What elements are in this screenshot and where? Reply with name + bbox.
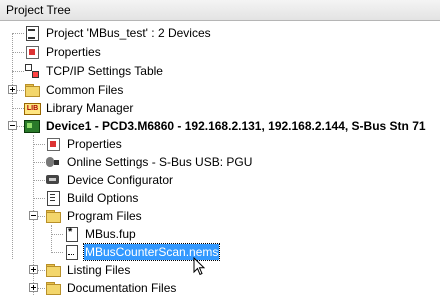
tree-node-label: Project 'MBus_test' : 2 Devices (46, 26, 211, 40)
expand-button[interactable] (29, 283, 38, 292)
fup-file-icon (63, 226, 79, 242)
tree-node-label: MBus.fup (85, 227, 136, 241)
project-tree[interactable]: Project 'MBus_test' : 2 Devices Properti… (0, 21, 440, 298)
folder-icon (45, 280, 61, 296)
tree-line (33, 198, 45, 199)
panel-title-bar: Project Tree (0, 0, 440, 21)
plc-icon (24, 118, 40, 134)
tree-node-label: Properties (46, 45, 101, 59)
tree-node-properties[interactable]: Properties (24, 43, 102, 61)
tree-node-label: Properties (67, 137, 122, 151)
tree-node-online-settings[interactable]: Online Settings - S-Bus USB: PGU (45, 153, 253, 171)
tree-node-label: Documentation Files (67, 281, 177, 295)
library-icon (24, 100, 41, 116)
tree-node-build-options[interactable]: Build Options (45, 189, 139, 207)
tree-node-project[interactable]: Project 'MBus_test' : 2 Devices (24, 24, 212, 42)
tree-line (12, 33, 24, 34)
tree-node-device1[interactable]: Device1 - PCD3.M6860 - 192.168.2.131, 19… (24, 117, 427, 135)
tree-node-label: Device Configurator (67, 173, 174, 187)
folder-icon (45, 208, 61, 224)
tree-line (12, 71, 24, 72)
collapse-button[interactable] (29, 211, 38, 220)
panel-title: Project Tree (6, 3, 71, 17)
tree-node-library-manager[interactable]: Library Manager (24, 99, 134, 117)
tree-line (51, 225, 52, 253)
tree-line (33, 180, 45, 181)
tree-node-label: Program Files (67, 209, 142, 223)
build-options-icon (45, 190, 61, 206)
network-icon (24, 63, 40, 79)
tree-node-label: Common Files (46, 83, 124, 97)
tree-node-label: Device1 - PCD3.M6860 - 192.168.2.131, 19… (46, 119, 426, 133)
tree-node-label: Build Options (67, 191, 139, 205)
tree-line (33, 162, 45, 163)
tree-node-label: Online Settings - S-Bus USB: PGU (67, 155, 253, 169)
tree-node-listing-files[interactable]: Listing Files (45, 261, 131, 279)
folder-icon (24, 82, 40, 98)
tree-line (33, 144, 45, 145)
tree-line (12, 52, 24, 53)
mouse-cursor-icon (193, 257, 206, 276)
tree-node-program-files[interactable]: Program Files (45, 207, 143, 225)
tree-line (51, 252, 63, 253)
nems-file-icon (63, 244, 79, 260)
project-icon (24, 25, 40, 41)
expand-button[interactable] (8, 85, 17, 94)
online-settings-icon (45, 154, 61, 170)
collapse-button[interactable] (8, 121, 17, 130)
tree-node-label: Library Manager (46, 101, 134, 115)
folder-icon (45, 262, 61, 278)
properties-icon (24, 44, 40, 60)
tree-node-tcpip[interactable]: TCP/IP Settings Table (24, 62, 164, 80)
tree-node-device-properties[interactable]: Properties (45, 135, 123, 153)
tree-node-common-files[interactable]: Common Files (24, 81, 124, 99)
tree-line (12, 33, 13, 259)
tree-line (51, 234, 63, 235)
tree-node-label: Listing Files (67, 263, 131, 277)
configurator-icon (45, 172, 61, 188)
tree-node-documentation-files[interactable]: Documentation Files (45, 279, 177, 297)
tree-node-label: TCP/IP Settings Table (46, 64, 163, 78)
tree-node-device-configurator[interactable]: Device Configurator (45, 171, 174, 189)
expand-button[interactable] (29, 265, 38, 274)
tree-line (12, 108, 24, 109)
properties-icon (45, 136, 61, 152)
tree-node-mbus-fup[interactable]: MBus.fup (63, 225, 137, 243)
